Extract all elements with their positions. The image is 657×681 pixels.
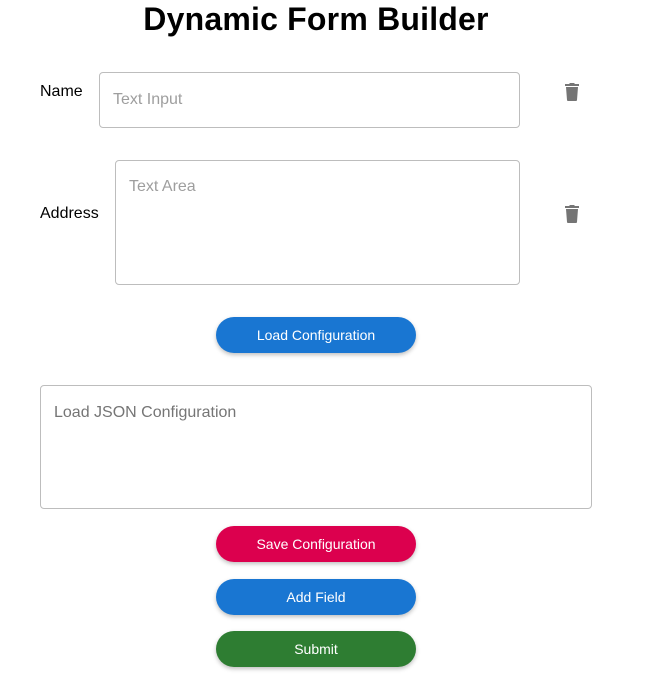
- name-text-input[interactable]: [99, 72, 520, 128]
- save-configuration-button[interactable]: Save Configuration: [216, 526, 416, 562]
- trash-icon: [565, 83, 579, 101]
- submit-button[interactable]: Submit: [216, 631, 416, 667]
- load-configuration-button[interactable]: Load Configuration: [216, 317, 416, 353]
- delete-field-button-name[interactable]: [560, 80, 584, 104]
- json-configuration-textarea[interactable]: [40, 385, 592, 509]
- field-label-address: Address: [40, 205, 99, 222]
- add-field-button[interactable]: Add Field: [216, 579, 416, 615]
- form-builder-page: Dynamic Form Builder Name Address Load C…: [0, 0, 657, 681]
- delete-field-button-address[interactable]: [560, 202, 584, 226]
- address-text-area[interactable]: [115, 160, 520, 285]
- trash-icon: [565, 205, 579, 223]
- page-title: Dynamic Form Builder: [143, 1, 489, 37]
- field-label-name: Name: [40, 83, 83, 100]
